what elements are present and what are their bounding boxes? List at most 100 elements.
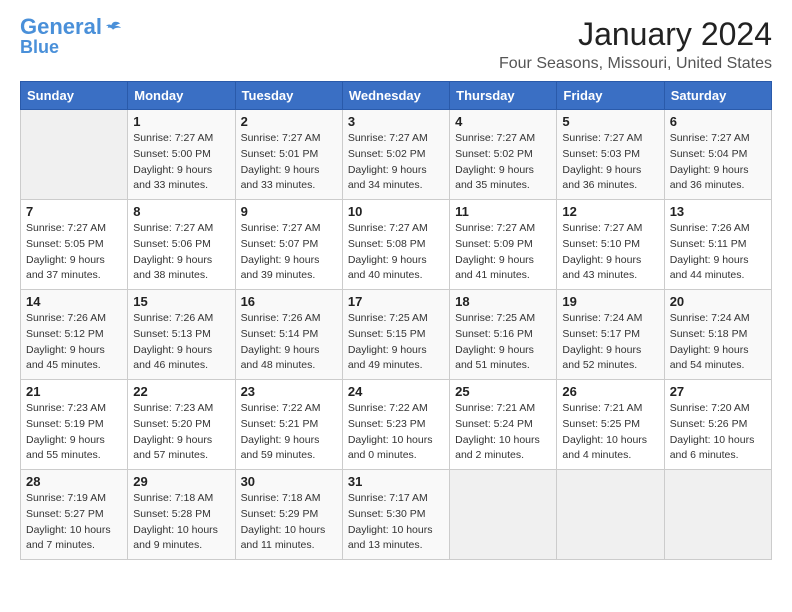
day-number: 16: [241, 294, 337, 309]
day-number: 26: [562, 384, 658, 399]
day-info: Sunrise: 7:27 AMSunset: 5:02 PMDaylight:…: [348, 131, 444, 194]
calendar-day-cell: [21, 110, 128, 200]
header-saturday: Saturday: [664, 82, 771, 110]
day-number: 30: [241, 474, 337, 489]
day-info: Sunrise: 7:18 AMSunset: 5:28 PMDaylight:…: [133, 491, 229, 554]
day-number: 23: [241, 384, 337, 399]
calendar-day-cell: 20Sunrise: 7:24 AMSunset: 5:18 PMDayligh…: [664, 290, 771, 380]
calendar-table: Sunday Monday Tuesday Wednesday Thursday…: [20, 81, 772, 560]
calendar-day-cell: 14 Sunrise: 7:26 AMSunset: 5:12 PMDayligh…: [21, 290, 128, 380]
day-info: Sunrise: 7:27 AMSunset: 5:01 PMDaylight:…: [241, 131, 337, 194]
calendar-day-cell: 30 Sunrise: 7:18 AMSunset: 5:29 PMDayligh…: [235, 470, 342, 560]
day-number: 14: [26, 294, 122, 309]
day-number: 20: [670, 294, 766, 309]
day-number: 8: [133, 204, 229, 219]
calendar-day-cell: [450, 470, 557, 560]
header-sunday: Sunday: [21, 82, 128, 110]
calendar-day-cell: 8 Sunrise: 7:27 AMSunset: 5:06 PMDaylight…: [128, 200, 235, 290]
header-thursday: Thursday: [450, 82, 557, 110]
calendar-day-cell: 1 Sunrise: 7:27 AMSunset: 5:00 PMDaylight…: [128, 110, 235, 200]
calendar-day-cell: 4 Sunrise: 7:27 AMSunset: 5:02 PMDaylight…: [450, 110, 557, 200]
day-number: 19: [562, 294, 658, 309]
day-number: 5: [562, 114, 658, 129]
day-number: 12: [562, 204, 658, 219]
title-section: January 2024 Four Seasons, Missouri, Uni…: [499, 16, 772, 73]
calendar-day-cell: 5 Sunrise: 7:27 AMSunset: 5:03 PMDaylight…: [557, 110, 664, 200]
day-info: Sunrise: 7:23 AMSunset: 5:20 PMDaylight:…: [133, 401, 229, 464]
day-number: 22: [133, 384, 229, 399]
month-title: January 2024: [499, 16, 772, 53]
logo-bird-icon: [104, 20, 122, 34]
calendar-day-cell: 10 Sunrise: 7:27 AMSunset: 5:08 PMDayligh…: [342, 200, 449, 290]
day-number: 15: [133, 294, 229, 309]
calendar-day-cell: 21 Sunrise: 7:23 AMSunset: 5:19 PMDayligh…: [21, 380, 128, 470]
calendar-day-cell: 18Sunrise: 7:25 AMSunset: 5:16 PMDayligh…: [450, 290, 557, 380]
day-info: Sunrise: 7:26 AMSunset: 5:14 PMDaylight:…: [241, 311, 337, 374]
day-info: Sunrise: 7:21 AMSunset: 5:24 PMDaylight:…: [455, 401, 551, 464]
calendar-day-cell: 17 Sunrise: 7:25 AMSunset: 5:15 PMDayligh…: [342, 290, 449, 380]
day-number: 10: [348, 204, 444, 219]
logo-blue: Blue: [20, 38, 59, 56]
calendar-day-cell: 15Sunrise: 7:26 AMSunset: 5:13 PMDayligh…: [128, 290, 235, 380]
calendar-day-cell: 23Sunrise: 7:22 AMSunset: 5:21 PMDayligh…: [235, 380, 342, 470]
day-number: 4: [455, 114, 551, 129]
day-info: Sunrise: 7:24 AMSunset: 5:17 PMDaylight:…: [562, 311, 658, 374]
day-info: Sunrise: 7:26 AMSunset: 5:11 PMDaylight:…: [670, 221, 766, 284]
calendar-day-cell: 13Sunrise: 7:26 AMSunset: 5:11 PMDayligh…: [664, 200, 771, 290]
calendar-day-cell: 25 Sunrise: 7:21 AMSunset: 5:24 PMDayligh…: [450, 380, 557, 470]
day-number: 31: [348, 474, 444, 489]
day-number: 21: [26, 384, 122, 399]
day-info: Sunrise: 7:27 AMSunset: 5:06 PMDaylight:…: [133, 221, 229, 284]
calendar-day-cell: 12Sunrise: 7:27 AMSunset: 5:10 PMDayligh…: [557, 200, 664, 290]
day-info: Sunrise: 7:27 AMSunset: 5:05 PMDaylight:…: [26, 221, 122, 284]
day-info: Sunrise: 7:26 AMSunset: 5:12 PMDaylight:…: [26, 311, 122, 374]
day-number: 18: [455, 294, 551, 309]
day-info: Sunrise: 7:20 AMSunset: 5:26 PMDaylight:…: [670, 401, 766, 464]
day-info: Sunrise: 7:19 AMSunset: 5:27 PMDaylight:…: [26, 491, 122, 554]
day-info: Sunrise: 7:27 AMSunset: 5:02 PMDaylight:…: [455, 131, 551, 194]
calendar-header-row: Sunday Monday Tuesday Wednesday Thursday…: [21, 82, 772, 110]
day-number: 27: [670, 384, 766, 399]
header-friday: Friday: [557, 82, 664, 110]
location-subtitle: Four Seasons, Missouri, United States: [499, 55, 772, 73]
day-info: Sunrise: 7:27 AMSunset: 5:03 PMDaylight:…: [562, 131, 658, 194]
day-info: Sunrise: 7:21 AMSunset: 5:25 PMDaylight:…: [562, 401, 658, 464]
calendar-day-cell: 24Sunrise: 7:22 AMSunset: 5:23 PMDayligh…: [342, 380, 449, 470]
day-info: Sunrise: 7:27 AMSunset: 5:04 PMDaylight:…: [670, 131, 766, 194]
day-info: Sunrise: 7:27 AMSunset: 5:00 PMDaylight:…: [133, 131, 229, 194]
day-info: Sunrise: 7:27 AMSunset: 5:09 PMDaylight:…: [455, 221, 551, 284]
calendar-day-cell: 11 Sunrise: 7:27 AMSunset: 5:09 PMDayligh…: [450, 200, 557, 290]
calendar-day-cell: 19 Sunrise: 7:24 AMSunset: 5:17 PMDayligh…: [557, 290, 664, 380]
calendar-day-cell: 6 Sunrise: 7:27 AMSunset: 5:04 PMDaylight…: [664, 110, 771, 200]
day-info: Sunrise: 7:18 AMSunset: 5:29 PMDaylight:…: [241, 491, 337, 554]
day-number: 25: [455, 384, 551, 399]
day-number: 11: [455, 204, 551, 219]
day-info: Sunrise: 7:27 AMSunset: 5:08 PMDaylight:…: [348, 221, 444, 284]
logo-general: General: [20, 14, 102, 39]
day-number: 6: [670, 114, 766, 129]
day-number: 2: [241, 114, 337, 129]
calendar-day-cell: 3 Sunrise: 7:27 AMSunset: 5:02 PMDaylight…: [342, 110, 449, 200]
calendar-day-cell: 16 Sunrise: 7:26 AMSunset: 5:14 PMDayligh…: [235, 290, 342, 380]
day-number: 29: [133, 474, 229, 489]
logo-text: General: [20, 16, 102, 38]
day-number: 7: [26, 204, 122, 219]
day-info: Sunrise: 7:27 AMSunset: 5:07 PMDaylight:…: [241, 221, 337, 284]
day-info: Sunrise: 7:17 AMSunset: 5:30 PMDaylight:…: [348, 491, 444, 554]
day-number: 3: [348, 114, 444, 129]
day-number: 28: [26, 474, 122, 489]
logo: General Blue: [20, 16, 122, 56]
page-header: General Blue January 2024 Four Seasons, …: [20, 16, 772, 73]
calendar-day-cell: 28 Sunrise: 7:19 AMSunset: 5:27 PMDayligh…: [21, 470, 128, 560]
calendar-day-cell: 31 Sunrise: 7:17 AMSunset: 5:30 PMDayligh…: [342, 470, 449, 560]
day-info: Sunrise: 7:25 AMSunset: 5:15 PMDaylight:…: [348, 311, 444, 374]
day-number: 1: [133, 114, 229, 129]
day-number: 9: [241, 204, 337, 219]
calendar-day-cell: 9 Sunrise: 7:27 AMSunset: 5:07 PMDaylight…: [235, 200, 342, 290]
calendar-day-cell: 7 Sunrise: 7:27 AMSunset: 5:05 PMDaylight…: [21, 200, 128, 290]
day-info: Sunrise: 7:22 AMSunset: 5:23 PMDaylight:…: [348, 401, 444, 464]
day-number: 17: [348, 294, 444, 309]
calendar-day-cell: 26 Sunrise: 7:21 AMSunset: 5:25 PMDayligh…: [557, 380, 664, 470]
day-info: Sunrise: 7:23 AMSunset: 5:19 PMDaylight:…: [26, 401, 122, 464]
calendar-day-cell: [664, 470, 771, 560]
